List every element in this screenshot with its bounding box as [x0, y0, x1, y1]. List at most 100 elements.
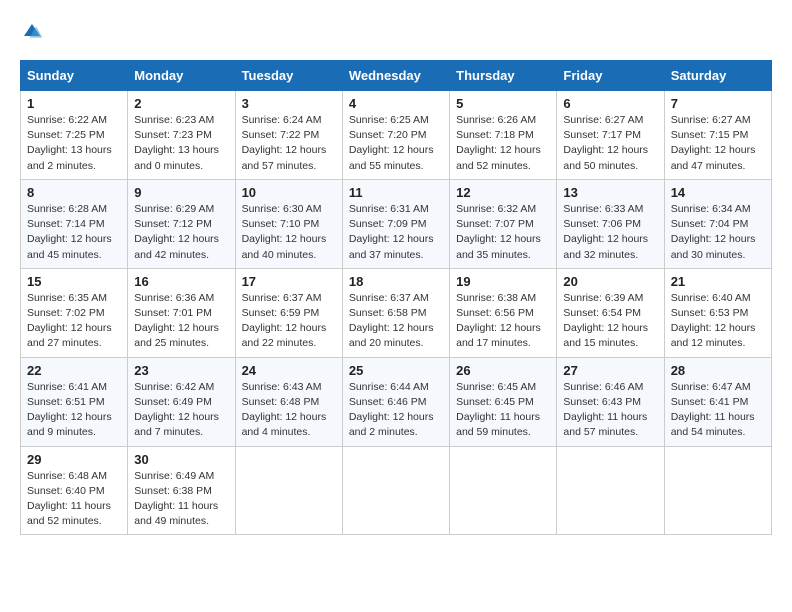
- day-of-week-header: Tuesday: [235, 61, 342, 91]
- logo: [20, 20, 48, 44]
- calendar-cell: 17Sunrise: 6:37 AM Sunset: 6:59 PM Dayli…: [235, 268, 342, 357]
- day-number: 24: [242, 363, 336, 378]
- calendar-cell: 2 Sunrise: 6:23 AM Sunset: 7:23 PM Daylig…: [128, 91, 235, 180]
- day-info: Sunrise: 6:31 AM Sunset: 7:09 PM Dayligh…: [349, 202, 443, 263]
- day-number: 23: [134, 363, 228, 378]
- calendar-cell: [235, 446, 342, 535]
- day-info: Sunrise: 6:39 AM Sunset: 6:54 PM Dayligh…: [563, 291, 657, 352]
- calendar-cell: 26 Sunrise: 6:45 AM Sunset: 6:45 PM Dayli…: [450, 357, 557, 446]
- calendar-cell: 4Sunrise: 6:25 AM Sunset: 7:20 PM Daylig…: [342, 91, 449, 180]
- day-number: 21: [671, 274, 765, 289]
- calendar-cell: 30Sunrise: 6:49 AM Sunset: 6:38 PM Dayli…: [128, 446, 235, 535]
- day-info: Sunrise: 6:33 AM Sunset: 7:06 PM Dayligh…: [563, 202, 657, 263]
- day-info: Sunrise: 6:42 AM Sunset: 6:49 PM Dayligh…: [134, 380, 228, 441]
- day-number: 10: [242, 185, 336, 200]
- calendar-week-row: 29 Sunrise: 6:48 AM Sunset: 6:40 PM Dayli…: [21, 446, 772, 535]
- calendar-cell: [664, 446, 771, 535]
- day-number: 14: [671, 185, 765, 200]
- day-info: Sunrise: 6:24 AM Sunset: 7:22 PM Dayligh…: [242, 113, 336, 174]
- day-info: Sunrise: 6:23 AM Sunset: 7:23 PM Dayligh…: [134, 113, 228, 174]
- calendar-cell: 21 Sunrise: 6:40 AM Sunset: 6:53 PM Dayli…: [664, 268, 771, 357]
- day-number: 5: [456, 96, 550, 111]
- calendar-cell: [342, 446, 449, 535]
- day-of-week-header: Saturday: [664, 61, 771, 91]
- day-info: Sunrise: 6:46 AM Sunset: 6:43 PM Dayligh…: [563, 380, 657, 441]
- day-of-week-header: Monday: [128, 61, 235, 91]
- day-info: Sunrise: 6:30 AM Sunset: 7:10 PM Dayligh…: [242, 202, 336, 263]
- calendar-cell: 20 Sunrise: 6:39 AM Sunset: 6:54 PM Dayli…: [557, 268, 664, 357]
- day-of-week-header: Wednesday: [342, 61, 449, 91]
- day-info: Sunrise: 6:26 AM Sunset: 7:18 PM Dayligh…: [456, 113, 550, 174]
- calendar-week-row: 1 Sunrise: 6:22 AM Sunset: 7:25 PM Daylig…: [21, 91, 772, 180]
- day-number: 18: [349, 274, 443, 289]
- day-number: 2: [134, 96, 228, 111]
- calendar-cell: 1 Sunrise: 6:22 AM Sunset: 7:25 PM Daylig…: [21, 91, 128, 180]
- day-info: Sunrise: 6:27 AM Sunset: 7:17 PM Dayligh…: [563, 113, 657, 174]
- calendar-cell: 19 Sunrise: 6:38 AM Sunset: 6:56 PM Dayli…: [450, 268, 557, 357]
- page-header: [20, 20, 772, 44]
- calendar-cell: [557, 446, 664, 535]
- day-number: 12: [456, 185, 550, 200]
- day-number: 1: [27, 96, 121, 111]
- calendar-week-row: 15Sunrise: 6:35 AM Sunset: 7:02 PM Dayli…: [21, 268, 772, 357]
- day-number: 25: [349, 363, 443, 378]
- day-info: Sunrise: 6:48 AM Sunset: 6:40 PM Dayligh…: [27, 469, 121, 530]
- day-number: 8: [27, 185, 121, 200]
- calendar-cell: 12Sunrise: 6:32 AM Sunset: 7:07 PM Dayli…: [450, 179, 557, 268]
- day-info: Sunrise: 6:22 AM Sunset: 7:25 PM Dayligh…: [27, 113, 121, 174]
- day-info: Sunrise: 6:34 AM Sunset: 7:04 PM Dayligh…: [671, 202, 765, 263]
- day-info: Sunrise: 6:47 AM Sunset: 6:41 PM Dayligh…: [671, 380, 765, 441]
- day-number: 3: [242, 96, 336, 111]
- calendar-header: SundayMondayTuesdayWednesdayThursdayFrid…: [21, 61, 772, 91]
- day-of-week-header: Thursday: [450, 61, 557, 91]
- day-number: 16: [134, 274, 228, 289]
- day-number: 29: [27, 452, 121, 467]
- day-number: 4: [349, 96, 443, 111]
- day-info: Sunrise: 6:44 AM Sunset: 6:46 PM Dayligh…: [349, 380, 443, 441]
- calendar-week-row: 8 Sunrise: 6:28 AM Sunset: 7:14 PM Daylig…: [21, 179, 772, 268]
- day-info: Sunrise: 6:43 AM Sunset: 6:48 PM Dayligh…: [242, 380, 336, 441]
- day-number: 27: [563, 363, 657, 378]
- day-info: Sunrise: 6:45 AM Sunset: 6:45 PM Dayligh…: [456, 380, 550, 441]
- day-number: 11: [349, 185, 443, 200]
- calendar-cell: 5 Sunrise: 6:26 AM Sunset: 7:18 PM Daylig…: [450, 91, 557, 180]
- calendar-cell: 18 Sunrise: 6:37 AM Sunset: 6:58 PM Dayli…: [342, 268, 449, 357]
- day-info: Sunrise: 6:40 AM Sunset: 6:53 PM Dayligh…: [671, 291, 765, 352]
- calendar-cell: 16 Sunrise: 6:36 AM Sunset: 7:01 PM Dayli…: [128, 268, 235, 357]
- calendar-cell: 15Sunrise: 6:35 AM Sunset: 7:02 PM Dayli…: [21, 268, 128, 357]
- calendar-week-row: 22Sunrise: 6:41 AM Sunset: 6:51 PM Dayli…: [21, 357, 772, 446]
- calendar-cell: 23 Sunrise: 6:42 AM Sunset: 6:49 PM Dayli…: [128, 357, 235, 446]
- calendar-cell: 25 Sunrise: 6:44 AM Sunset: 6:46 PM Dayli…: [342, 357, 449, 446]
- calendar-cell: 24 Sunrise: 6:43 AM Sunset: 6:48 PM Dayli…: [235, 357, 342, 446]
- day-of-week-header: Sunday: [21, 61, 128, 91]
- calendar-cell: 11 Sunrise: 6:31 AM Sunset: 7:09 PM Dayli…: [342, 179, 449, 268]
- day-number: 20: [563, 274, 657, 289]
- calendar-cell: 29 Sunrise: 6:48 AM Sunset: 6:40 PM Dayli…: [21, 446, 128, 535]
- day-number: 22: [27, 363, 121, 378]
- day-info: Sunrise: 6:38 AM Sunset: 6:56 PM Dayligh…: [456, 291, 550, 352]
- day-info: Sunrise: 6:27 AM Sunset: 7:15 PM Dayligh…: [671, 113, 765, 174]
- day-info: Sunrise: 6:28 AM Sunset: 7:14 PM Dayligh…: [27, 202, 121, 263]
- logo-icon: [20, 20, 44, 44]
- calendar-cell: [450, 446, 557, 535]
- day-number: 28: [671, 363, 765, 378]
- day-number: 30: [134, 452, 228, 467]
- calendar-cell: 22Sunrise: 6:41 AM Sunset: 6:51 PM Dayli…: [21, 357, 128, 446]
- calendar-cell: 6 Sunrise: 6:27 AM Sunset: 7:17 PM Daylig…: [557, 91, 664, 180]
- day-number: 9: [134, 185, 228, 200]
- day-number: 13: [563, 185, 657, 200]
- day-number: 26: [456, 363, 550, 378]
- calendar-cell: 13 Sunrise: 6:33 AM Sunset: 7:06 PM Dayli…: [557, 179, 664, 268]
- calendar-cell: 14 Sunrise: 6:34 AM Sunset: 7:04 PM Dayli…: [664, 179, 771, 268]
- day-info: Sunrise: 6:37 AM Sunset: 6:59 PM Dayligh…: [242, 291, 336, 352]
- day-info: Sunrise: 6:37 AM Sunset: 6:58 PM Dayligh…: [349, 291, 443, 352]
- day-number: 19: [456, 274, 550, 289]
- day-number: 7: [671, 96, 765, 111]
- day-info: Sunrise: 6:36 AM Sunset: 7:01 PM Dayligh…: [134, 291, 228, 352]
- calendar-cell: 8 Sunrise: 6:28 AM Sunset: 7:14 PM Daylig…: [21, 179, 128, 268]
- calendar-cell: 10 Sunrise: 6:30 AM Sunset: 7:10 PM Dayli…: [235, 179, 342, 268]
- calendar-cell: 7 Sunrise: 6:27 AM Sunset: 7:15 PM Daylig…: [664, 91, 771, 180]
- day-number: 6: [563, 96, 657, 111]
- calendar-cell: 9Sunrise: 6:29 AM Sunset: 7:12 PM Daylig…: [128, 179, 235, 268]
- calendar-table: SundayMondayTuesdayWednesdayThursdayFrid…: [20, 60, 772, 535]
